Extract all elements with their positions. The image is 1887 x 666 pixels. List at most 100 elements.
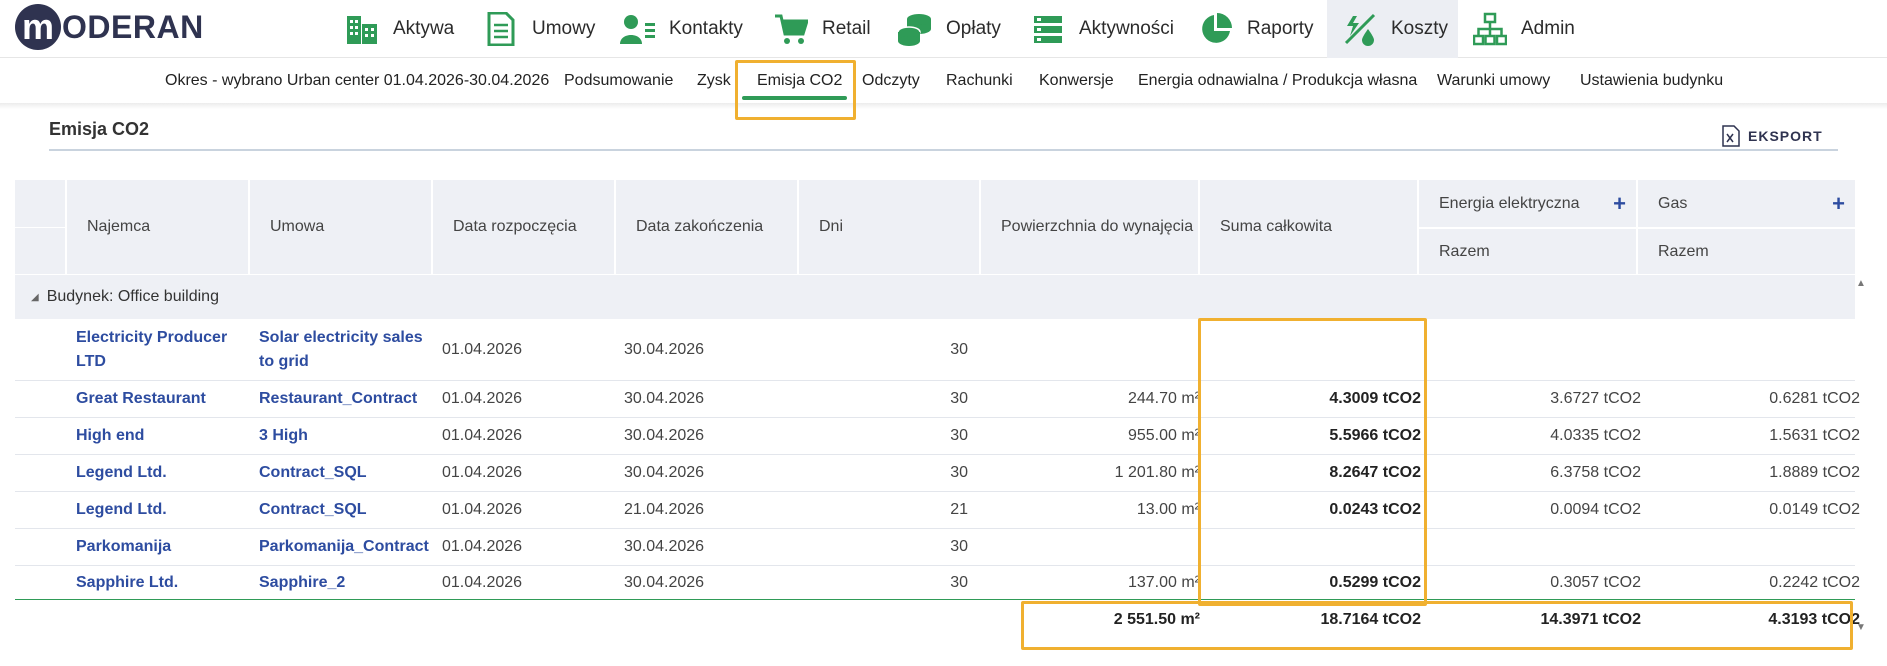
co2-total: 0.0243 tCO2 [1329, 501, 1421, 518]
nav-label-oplaty: Opłaty [946, 18, 1001, 39]
nav-item-aktywnosci[interactable]: Aktywności [1029, 0, 1174, 58]
area: 13.00 m² [1136, 501, 1200, 518]
start-date: 01.04.2026 [442, 538, 523, 555]
tenant-link[interactable]: Great Restaurant [76, 381, 246, 417]
co2-gas [1655, 529, 1860, 565]
scroll-up-icon[interactable]: ▲ [1856, 278, 1866, 289]
header-days[interactable]: Dni [797, 180, 979, 274]
header-electricity-sum: Razem [1417, 229, 1636, 274]
tab-konwersje[interactable]: Konwersje [1039, 59, 1114, 103]
header-gas-label: Gas [1658, 194, 1688, 212]
end-date: 30.04.2026 [624, 538, 705, 555]
tenant-link[interactable]: High end [76, 418, 246, 454]
header-total[interactable]: Suma całkowita [1198, 180, 1417, 274]
tab-rachunki[interactable]: Rachunki [946, 59, 1013, 103]
total-co2-electricity: 14.3971 tCO2 [1540, 611, 1641, 628]
co2-electricity: 0.0094 tCO2 [1550, 501, 1641, 518]
tenant-link[interactable]: Parkomanija [76, 529, 246, 565]
table-row[interactable]: Legend Ltd. Contract_SQL 01.04.2026 30.0… [15, 455, 1860, 492]
nav-label-kontakty: Kontakty [669, 18, 743, 39]
costs-icon [1341, 10, 1379, 48]
header-end-date[interactable]: Data zakończenia [614, 180, 797, 274]
days: 30 [950, 573, 968, 591]
tenant-link[interactable]: Legend Ltd. [76, 455, 246, 491]
days: 30 [950, 464, 968, 481]
header-electricity-label: Energia elektryczna [1439, 194, 1580, 212]
nav-label-umowy: Umowy [532, 18, 596, 39]
co2-total: 8.2647 tCO2 [1329, 464, 1421, 481]
tenant-link[interactable]: Legend Ltd. [76, 492, 246, 528]
tab-zysk[interactable]: Zysk [697, 59, 731, 103]
contract-link[interactable]: Contract_SQL [259, 455, 434, 491]
nav-item-umowy[interactable]: Umowy [482, 0, 595, 58]
logo-mark: m [15, 4, 61, 50]
co2-gas: 1.5631 tCO2 [1769, 427, 1860, 444]
table-row[interactable]: Legend Ltd. Contract_SQL 01.04.2026 21.0… [15, 492, 1860, 529]
table-row[interactable]: High end 3 High 01.04.2026 30.04.2026 30… [15, 418, 1860, 455]
period-selector[interactable]: Okres - wybrano Urban center 01.04.2026-… [165, 59, 549, 103]
contract-link[interactable]: Parkomanija_Contract [259, 529, 434, 565]
area: 137.00 m² [1127, 573, 1200, 591]
table-row[interactable]: Electricity Producer LTD Solar electrici… [15, 320, 1855, 381]
group-row-building[interactable]: ◢ Budynek: Office building [15, 275, 1855, 319]
nav-item-raporty[interactable]: Raporty [1197, 0, 1314, 58]
contract-link[interactable]: 3 High [259, 418, 434, 454]
tab-energia-odnawialna[interactable]: Energia odnawialna / Produkcja własna [1138, 59, 1417, 103]
total-area: 2 551.50 m² [1113, 611, 1200, 628]
nav-label-aktywa: Aktywa [393, 18, 455, 39]
moderan-logo[interactable]: m ODERAN [15, 4, 204, 50]
table-row[interactable]: Great Restaurant Restaurant_Contract 01.… [15, 381, 1860, 418]
header-tenant[interactable]: Najemca [65, 180, 248, 274]
nav-item-aktywa[interactable]: Aktywa [343, 0, 454, 58]
collapse-triangle-icon[interactable]: ◢ [31, 292, 39, 303]
total-co2-gas: 4.3193 tCO2 [1768, 611, 1860, 628]
contract-link[interactable]: Restaurant_Contract [259, 381, 434, 417]
totals-divider [15, 599, 1855, 600]
nav-item-retail[interactable]: Retail [772, 0, 871, 58]
contract-link[interactable]: Solar electricity sales to grid [259, 320, 434, 380]
table-row[interactable]: Parkomanija Parkomanija_Contract 01.04.2… [15, 529, 1855, 566]
contract-link[interactable]: Contract_SQL [259, 492, 434, 528]
tab-podsumowanie[interactable]: Podsumowanie [564, 59, 673, 103]
total-co2: 18.7164 tCO2 [1320, 611, 1421, 628]
co2-gas [1655, 320, 1860, 380]
add-column-icon[interactable]: + [1613, 191, 1626, 217]
end-date: 30.04.2026 [624, 390, 705, 407]
co2-electricity [1435, 320, 1641, 380]
nav-item-koszty[interactable]: Koszty [1327, 0, 1458, 58]
co2-electricity: 3.6727 tCO2 [1550, 390, 1641, 407]
document-icon [482, 10, 520, 48]
table-row[interactable]: Sapphire Ltd. Sapphire_2 01.04.2026 30.0… [15, 566, 1860, 599]
days: 30 [950, 538, 968, 555]
export-button[interactable]: EKSPORT [1722, 122, 1823, 150]
days: 30 [950, 427, 968, 444]
header-gas[interactable]: Gas + [1636, 180, 1855, 227]
co2-total [1215, 320, 1421, 380]
header-contract[interactable]: Umowa [248, 180, 431, 274]
header-start-date[interactable]: Data rozpoczęcia [431, 180, 614, 274]
start-date: 01.04.2026 [442, 573, 523, 591]
tab-ustawienia-budynku[interactable]: Ustawienia budynku [1580, 59, 1723, 103]
top-navigation-bar: m ODERAN Aktywa Umowy Kontakty Retail Op… [0, 0, 1887, 58]
nav-item-oplaty[interactable]: Opłaty [896, 0, 1001, 58]
tenant-link[interactable]: Sapphire Ltd. [76, 566, 246, 599]
contract-link[interactable]: Sapphire_2 [259, 566, 434, 599]
co2-total: 5.5966 tCO2 [1329, 427, 1421, 444]
header-area[interactable]: Powierzchnia do wynajęcia [979, 180, 1198, 274]
scroll-down-icon[interactable]: ▼ [1856, 622, 1866, 633]
nav-item-kontakty[interactable]: Kontakty [619, 0, 743, 58]
nav-item-admin[interactable]: Admin [1471, 0, 1575, 58]
tab-odczyty[interactable]: Odczyty [862, 59, 920, 103]
end-date: 30.04.2026 [624, 341, 705, 358]
co2-electricity: 4.0335 tCO2 [1550, 427, 1641, 444]
days: 30 [950, 341, 968, 358]
start-date: 01.04.2026 [442, 501, 523, 518]
end-date: 30.04.2026 [624, 464, 705, 481]
tab-warunki-umowy[interactable]: Warunki umowy [1437, 59, 1550, 103]
tenant-link[interactable]: Electricity Producer LTD [76, 320, 246, 380]
add-column-icon[interactable]: + [1832, 191, 1845, 217]
area: 955.00 m² [1127, 427, 1200, 444]
header-electricity[interactable]: Energia elektryczna + [1417, 180, 1636, 227]
co2-total [1215, 529, 1421, 565]
co2-electricity: 6.3758 tCO2 [1550, 464, 1641, 481]
